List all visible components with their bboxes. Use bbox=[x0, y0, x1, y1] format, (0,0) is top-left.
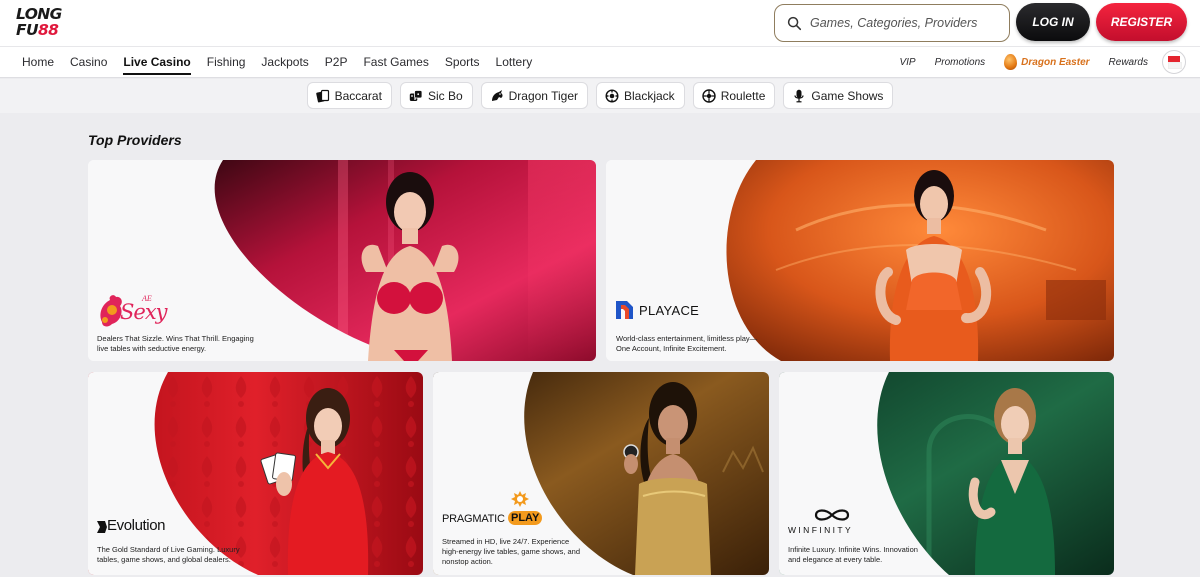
desc-line: tables, game shows, and global dealers. bbox=[97, 555, 231, 564]
provider-description: World-class entertainment, limitless pla… bbox=[616, 334, 806, 354]
search-box[interactable] bbox=[774, 4, 1010, 42]
provider-image bbox=[606, 160, 1114, 361]
chip-label: Game Shows bbox=[811, 88, 884, 103]
nav-vip[interactable]: VIP bbox=[899, 57, 915, 68]
playace-logo-icon bbox=[616, 301, 633, 319]
nav-item-jackpots[interactable]: Jackpots bbox=[261, 47, 308, 77]
nav-item-sports[interactable]: Sports bbox=[445, 47, 480, 77]
pragmatic-brand-b: PLAY bbox=[508, 511, 543, 525]
provider-card-pragmatic-play[interactable]: PRAGMATIC PLAY Streamed in HD, live 24/7… bbox=[433, 372, 769, 575]
provider-logo-ae-sexy: AE Sexy bbox=[96, 292, 176, 332]
desc-line: and elegance at every table. bbox=[788, 555, 883, 564]
nav-item-fishing[interactable]: Fishing bbox=[207, 47, 246, 77]
logo-line-1: LONG bbox=[16, 5, 62, 23]
search-input[interactable] bbox=[810, 16, 995, 30]
pragmatic-play-logo-icon bbox=[511, 491, 529, 507]
chip-blackjack[interactable]: Blackjack bbox=[596, 82, 685, 109]
cards-icon bbox=[315, 89, 329, 102]
search-icon bbox=[787, 16, 802, 30]
desc-line: Dealers That Sizzle. Wins That Thrill. E… bbox=[97, 334, 254, 343]
provider-description: Infinite Luxury. Infinite Wins. Innovati… bbox=[788, 545, 958, 565]
chip-baccarat[interactable]: Baccarat bbox=[306, 82, 392, 109]
nav-promotions[interactable]: Promotions bbox=[935, 57, 986, 68]
nav-item-lottery[interactable]: Lottery bbox=[496, 47, 533, 77]
nav-item-live-casino[interactable]: Live Casino bbox=[123, 47, 192, 77]
top-header: LONG FU88 LOG IN REGISTER bbox=[0, 0, 1200, 46]
provider-card-evolution[interactable]: Evolution The Gold Standard of Live Gami… bbox=[88, 372, 423, 575]
desc-line: The Gold Standard of Live Gaming. Luxury bbox=[97, 545, 240, 554]
desc-line: Streamed in HD, live 24/7. Experience bbox=[442, 537, 570, 546]
chip-dragon-tiger[interactable]: Dragon Tiger bbox=[480, 82, 588, 109]
winfinity-brand-name: WINFINITY bbox=[788, 525, 854, 535]
roulette-icon bbox=[701, 88, 716, 103]
provider-description: Streamed in HD, live 24/7. Experience hi… bbox=[442, 537, 617, 567]
language-flag-icon[interactable] bbox=[1162, 50, 1186, 74]
nav-rewards[interactable]: Rewards bbox=[1109, 57, 1148, 68]
section-title: Top Providers bbox=[88, 132, 182, 148]
logo-text-fu: FU bbox=[16, 21, 39, 39]
desc-line: nonstop action. bbox=[442, 557, 493, 566]
nav-item-casino[interactable]: Casino bbox=[70, 47, 107, 77]
nav-item-home[interactable]: Home bbox=[22, 47, 54, 77]
pragmatic-brand-a: PRAGMATIC bbox=[442, 513, 505, 525]
chip-game-shows[interactable]: Game Shows bbox=[783, 82, 894, 109]
dice-icon bbox=[409, 89, 423, 101]
desc-line: World-class entertainment, limitless pla… bbox=[616, 334, 758, 343]
winfinity-logo-icon bbox=[814, 509, 850, 521]
chip-label: Roulette bbox=[720, 88, 766, 103]
live-category-chips: Baccarat Sic Bo Dragon Tiger Blackjack R… bbox=[0, 79, 1200, 113]
playace-brand-name: PLAYACE bbox=[639, 303, 700, 318]
desc-line: One Account, Infinite Excitement. bbox=[616, 344, 727, 353]
chip-sic-bo[interactable]: Sic Bo bbox=[399, 82, 473, 109]
blackjack-icon bbox=[605, 88, 619, 103]
logo-line-2: FU88 bbox=[16, 22, 70, 38]
chip-roulette[interactable]: Roulette bbox=[692, 82, 776, 109]
site-logo[interactable]: LONG FU88 bbox=[16, 6, 70, 40]
provider-card-ae-sexy[interactable]: AE Sexy Dealers That Sizzle. Wins That T… bbox=[88, 160, 596, 361]
provider-description: Dealers That Sizzle. Wins That Thrill. E… bbox=[97, 334, 287, 354]
login-button[interactable]: LOG IN bbox=[1016, 3, 1090, 41]
nav-item-fast-games[interactable]: Fast Games bbox=[363, 47, 428, 77]
nav-item-p2p[interactable]: P2P bbox=[325, 47, 348, 77]
provider-logo-playace: PLAYACE bbox=[615, 299, 725, 323]
ae-brand-name: Sexy bbox=[120, 300, 168, 324]
microphone-icon bbox=[794, 89, 804, 102]
provider-logo-pragmatic-play: PRAGMATIC PLAY bbox=[442, 490, 552, 530]
nav-dragon-easter-label: Dragon Easter bbox=[1021, 56, 1090, 68]
register-button[interactable]: REGISTER bbox=[1096, 3, 1187, 41]
dragon-egg-icon bbox=[1004, 54, 1018, 70]
provider-logo-evolution: Evolution bbox=[96, 517, 196, 539]
desc-line: Infinite Luxury. Infinite Wins. Innovati… bbox=[788, 545, 918, 554]
desc-line: live tables with seductive energy. bbox=[97, 344, 207, 353]
desc-line: high-energy live tables, game shows, and bbox=[442, 547, 580, 556]
logo-text-88: 88 bbox=[37, 21, 59, 39]
provider-description: The Gold Standard of Live Gaming. Luxury… bbox=[97, 545, 267, 565]
main-nav: Home Casino Live Casino Fishing Jackpots… bbox=[0, 46, 1200, 78]
chip-label: Dragon Tiger bbox=[508, 88, 578, 103]
nav-dragon-easter[interactable]: Dragon Easter bbox=[1004, 54, 1090, 70]
provider-card-playace[interactable]: PLAYACE World-class entertainment, limit… bbox=[606, 160, 1114, 361]
dragon-icon bbox=[491, 89, 503, 101]
chip-label: Baccarat bbox=[334, 88, 382, 103]
evolution-brand-name: Evolution bbox=[107, 517, 166, 534]
chip-label: Sic Bo bbox=[427, 88, 463, 103]
provider-logo-winfinity: WINFINITY bbox=[788, 507, 883, 537]
provider-card-winfinity[interactable]: WINFINITY Infinite Luxury. Infinite Wins… bbox=[779, 372, 1114, 575]
chip-label: Blackjack bbox=[624, 88, 675, 103]
